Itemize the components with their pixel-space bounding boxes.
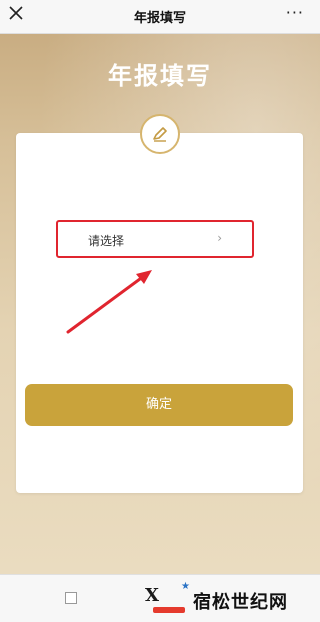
checkbox[interactable] xyxy=(65,592,77,604)
select-dropdown[interactable]: 请选择 › xyxy=(56,220,254,258)
chevron-right-icon: › xyxy=(217,231,222,245)
edit-badge xyxy=(139,114,180,154)
site-logo: X ★ xyxy=(145,579,191,619)
annotation-arrow xyxy=(66,270,152,334)
more-icon[interactable]: ··· xyxy=(286,3,304,22)
hero-title: 年报填写 xyxy=(108,62,212,90)
top-bar: 年报填写 ··· xyxy=(0,0,320,34)
star-icon: ★ xyxy=(181,581,190,592)
bottom-bar: X ★ 宿松世纪网 xyxy=(0,574,320,622)
logo-letter: X xyxy=(145,585,159,606)
select-placeholder: 请选择 xyxy=(88,234,125,248)
confirm-button[interactable]: 确定 xyxy=(25,384,293,426)
brand-text: 宿松世纪网 xyxy=(193,592,288,613)
pencil-icon xyxy=(152,127,167,142)
logo-tag xyxy=(153,607,185,613)
page-title: 年报填写 xyxy=(133,11,186,26)
